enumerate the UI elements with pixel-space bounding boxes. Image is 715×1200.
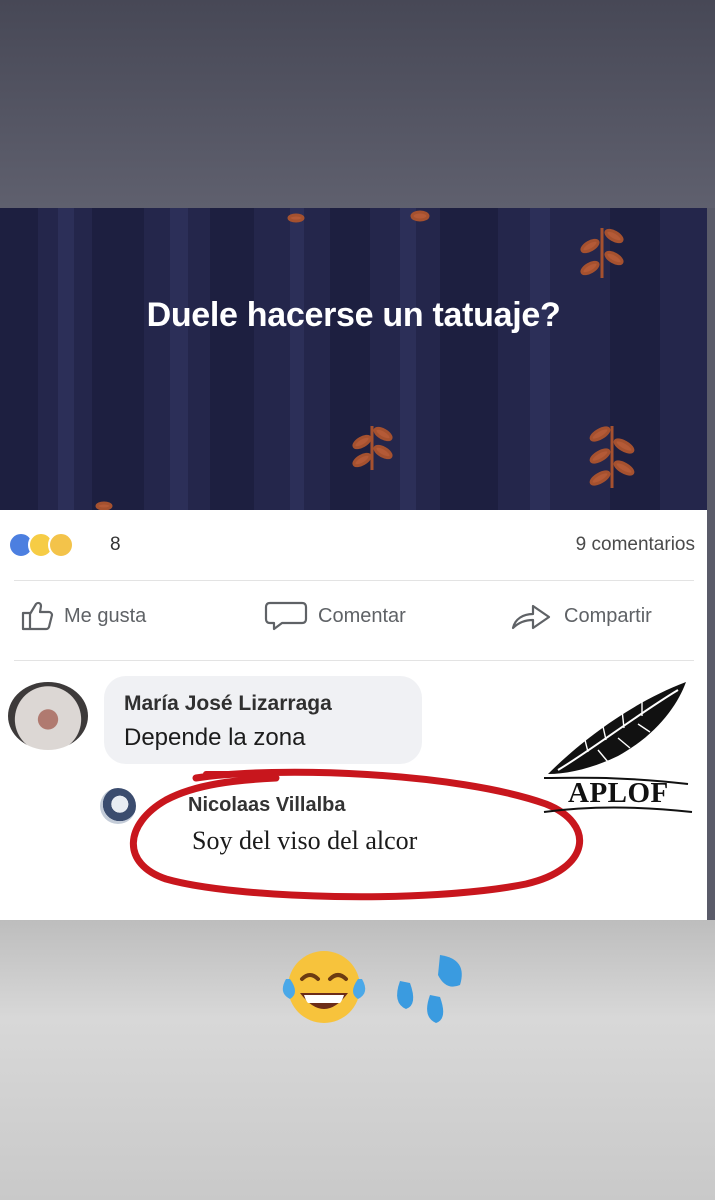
sad-reaction-icon: [48, 532, 74, 558]
share-label: Compartir: [564, 604, 652, 627]
comments-count-link[interactable]: 9 comentarios: [576, 534, 695, 556]
sweat-droplets-icon: [397, 955, 462, 1023]
like-button[interactable]: Me gusta: [20, 600, 146, 632]
curtain-pattern: [0, 208, 660, 510]
post-action-bar: Me gusta Comentar Compartir: [0, 600, 707, 646]
story-emoji-stickers: [280, 945, 480, 1035]
divider: [14, 580, 694, 581]
face-with-tears-of-joy-icon: [282, 951, 366, 1023]
facebook-post-card: Duele hacerse un tatuaje? 8 9 comentario…: [0, 208, 707, 920]
emoji-icons: [282, 951, 462, 1023]
share-arrow-icon: [511, 604, 551, 630]
post-text: Duele hacerse un tatuaje?: [146, 296, 561, 334]
logo-wordmark: APLOF: [568, 777, 669, 809]
comment-text: Depende la zona: [124, 724, 306, 751]
divider: [14, 660, 694, 661]
speech-bubble-icon: [264, 601, 308, 631]
comment-author[interactable]: María José Lizarraga: [124, 692, 332, 716]
reaction-count: 8: [110, 534, 121, 555]
comment-label: Comentar: [318, 604, 406, 627]
story-top-band: [0, 0, 715, 208]
comment-button[interactable]: Comentar: [264, 600, 406, 632]
comment-bubble: María José Lizarraga Depende la zona: [104, 676, 422, 764]
red-annotation-circle: [129, 768, 584, 901]
share-button[interactable]: Compartir: [510, 600, 652, 632]
post-background-banner: Duele hacerse un tatuaje?: [0, 208, 707, 510]
thumbs-up-icon: [21, 601, 54, 631]
reaction-icons: [8, 532, 74, 558]
avatar[interactable]: [8, 682, 88, 750]
aplof-logo: APLOF: [538, 674, 698, 814]
like-label: Me gusta: [64, 604, 147, 627]
reactions-summary[interactable]: 8 9 comentarios: [0, 526, 707, 572]
